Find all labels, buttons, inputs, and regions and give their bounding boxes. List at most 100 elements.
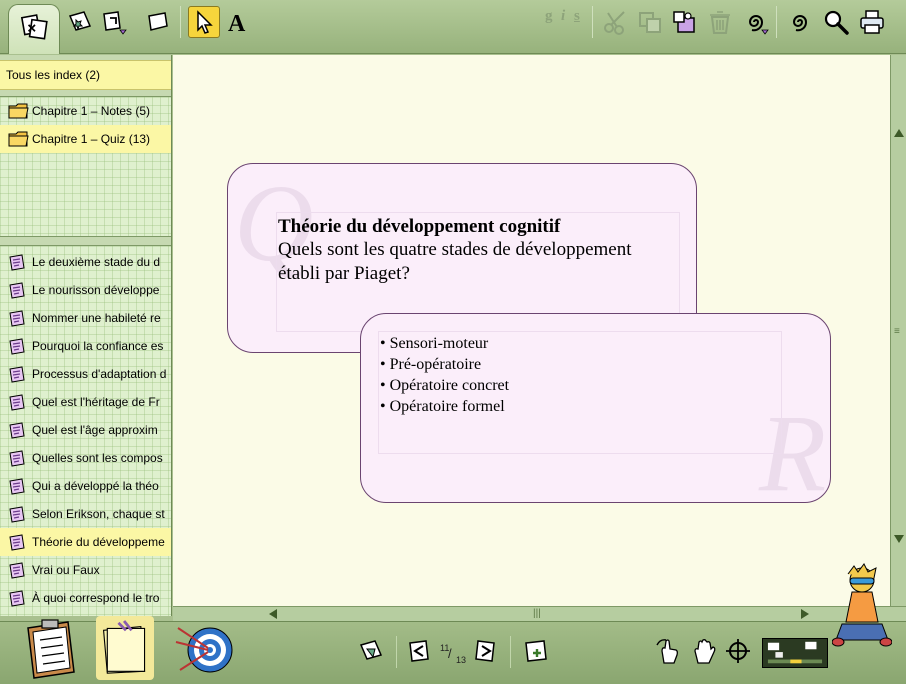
vertical-scrollbar[interactable]: ≡ <box>890 55 906 606</box>
link-menu-button[interactable] <box>740 6 772 38</box>
page-slash: / <box>448 646 452 661</box>
scroll-left-arrow[interactable] <box>269 609 277 619</box>
select-tool-button[interactable] <box>188 6 220 38</box>
search-button[interactable] <box>820 6 852 38</box>
toolbar-divider <box>180 6 181 38</box>
card-item[interactable]: Vrai ou Faux <box>0 556 171 584</box>
stack-button[interactable] <box>354 634 388 668</box>
quiz-card-icon <box>9 562 25 579</box>
next-card-icon <box>475 640 495 662</box>
quiz-card-icon <box>9 534 25 551</box>
card-item[interactable]: Processus d'adaptation d <box>0 360 171 388</box>
scroll-grip[interactable]: ≡ <box>894 327 900 337</box>
magnifier-icon <box>824 10 849 35</box>
new-note-button[interactable] <box>64 6 96 38</box>
quiz-mode-button[interactable] <box>172 620 234 680</box>
quiz-card-icon <box>9 310 25 327</box>
card-list[interactable]: Le deuxième stade du d Le nourisson dével… <box>0 245 171 616</box>
toolbar-divider <box>592 6 593 38</box>
scroll-up-arrow[interactable] <box>894 129 904 137</box>
bottom-divider <box>396 636 397 668</box>
card-item[interactable]: Selon Erikson, chaque st <box>0 500 171 528</box>
blank-card-button[interactable] <box>142 6 174 38</box>
answer-card[interactable]: R • Sensori-moteur • Pré-opératoire • Op… <box>360 313 831 508</box>
minimap-icon <box>767 641 823 664</box>
card-item-selected[interactable]: Théorie du développeme <box>0 528 171 556</box>
card-item-label: Pourquoi la confiance es <box>32 339 164 353</box>
answer-item: • Pré-opératoire <box>380 356 482 373</box>
paste-button[interactable] <box>668 6 700 38</box>
cut-button[interactable] <box>600 6 632 38</box>
chapter-label: Chapitre 1 – Quiz (13) <box>32 132 151 146</box>
rotate-tool-button[interactable] <box>652 634 684 668</box>
answer-item: • Sensori-moteur <box>380 335 489 352</box>
card-item-label: Quel est l'héritage de Fr <box>32 395 160 409</box>
question-text: Quels sont les quatre stades de développ… <box>278 239 632 284</box>
text-a-icon: A <box>228 11 246 36</box>
spiral-icon <box>792 15 807 32</box>
hand-rotate-icon <box>656 639 678 664</box>
kid-mascot-icon <box>832 563 892 647</box>
toolbar-divider <box>776 6 777 38</box>
card-item-label: Processus d'adaptation d <box>32 367 167 381</box>
card-item-label: Le deuxième stade du d <box>32 255 161 269</box>
navigator-minimap[interactable] <box>762 638 828 668</box>
clipboard-icon <box>27 619 75 679</box>
blank-card-icon <box>148 12 168 31</box>
chapter-item-selected[interactable]: Chapitre 1 – Quiz (13) <box>0 125 171 153</box>
chapter-item[interactable]: Chapitre 1 – Notes (5) <box>0 97 171 125</box>
assistant-character[interactable] <box>832 562 892 662</box>
scroll-down-arrow[interactable] <box>894 535 904 543</box>
notes-mode-button[interactable] <box>96 616 154 680</box>
card-item[interactable]: À quoi correspond le tro <box>0 584 171 612</box>
quiz-card-icon <box>9 478 25 495</box>
card-item-label: À quoi correspond le tro <box>32 591 160 605</box>
answer-item: • Opératoire formel <box>380 398 505 415</box>
center-view-button[interactable] <box>722 634 754 668</box>
hand-icon <box>694 639 716 664</box>
link-button[interactable] <box>784 6 816 38</box>
card-item-label: Nommer une habileté re <box>32 311 161 325</box>
add-card-button[interactable] <box>520 634 552 668</box>
card-star-icon <box>68 11 92 31</box>
paste-icon <box>673 11 695 33</box>
card-item[interactable]: Le deuxième stade du d <box>0 248 171 276</box>
card-item[interactable]: Nommer une habileté re <box>0 304 171 332</box>
previous-card-button[interactable] <box>404 634 436 668</box>
scissors-icon <box>604 11 625 35</box>
bottom-divider <box>510 636 511 668</box>
quiz-card-icon <box>9 590 25 607</box>
trash-button[interactable] <box>704 6 736 38</box>
card-item[interactable]: Quelles sont les compos <box>0 444 171 472</box>
card-item-label: Vrai ou Faux <box>32 563 100 577</box>
multi-card-icon <box>20 14 48 40</box>
horizontal-scrollbar[interactable]: ||| <box>173 606 906 621</box>
checklist-mode-button[interactable] <box>22 618 80 680</box>
answer-list: • Sensori-moteur • Pré-opératoire • Opér… <box>380 333 509 417</box>
bold-format-button[interactable]: g <box>545 8 553 25</box>
quiz-card-icon <box>9 450 25 467</box>
print-button[interactable] <box>856 6 888 38</box>
svg-text:A: A <box>228 11 246 36</box>
toolbar: A g i s <box>0 0 906 54</box>
scroll-right-arrow[interactable] <box>801 609 809 619</box>
text-tool-button[interactable]: A <box>222 6 254 38</box>
card-item[interactable]: Qui a développé la théo <box>0 472 171 500</box>
italic-format-button[interactable]: i <box>561 8 565 25</box>
toolbar-tab-view[interactable] <box>8 4 60 54</box>
card-item[interactable]: Pourquoi la confiance es <box>0 332 171 360</box>
underline-format-button[interactable]: s <box>574 8 580 25</box>
copy-button[interactable] <box>634 6 666 38</box>
card-item[interactable]: Le nourisson développe <box>0 276 171 304</box>
new-card-button[interactable] <box>98 6 130 38</box>
card-item[interactable]: Quel est l'héritage de Fr <box>0 388 171 416</box>
quiz-card-icon <box>9 338 25 355</box>
pan-tool-button[interactable] <box>688 634 720 668</box>
scroll-grip[interactable]: ||| <box>533 609 541 619</box>
card-item-label: Selon Erikson, chaque st <box>32 507 165 521</box>
next-card-button[interactable] <box>470 634 502 668</box>
card-item-label: Le nourisson développe <box>32 283 160 297</box>
all-index-item[interactable]: Tous les index (2) <box>0 60 171 90</box>
card-item[interactable]: Quel est l'âge approxim <box>0 416 171 444</box>
card-canvas[interactable]: Q Théorie du développement cognitif Quel… <box>173 55 890 606</box>
